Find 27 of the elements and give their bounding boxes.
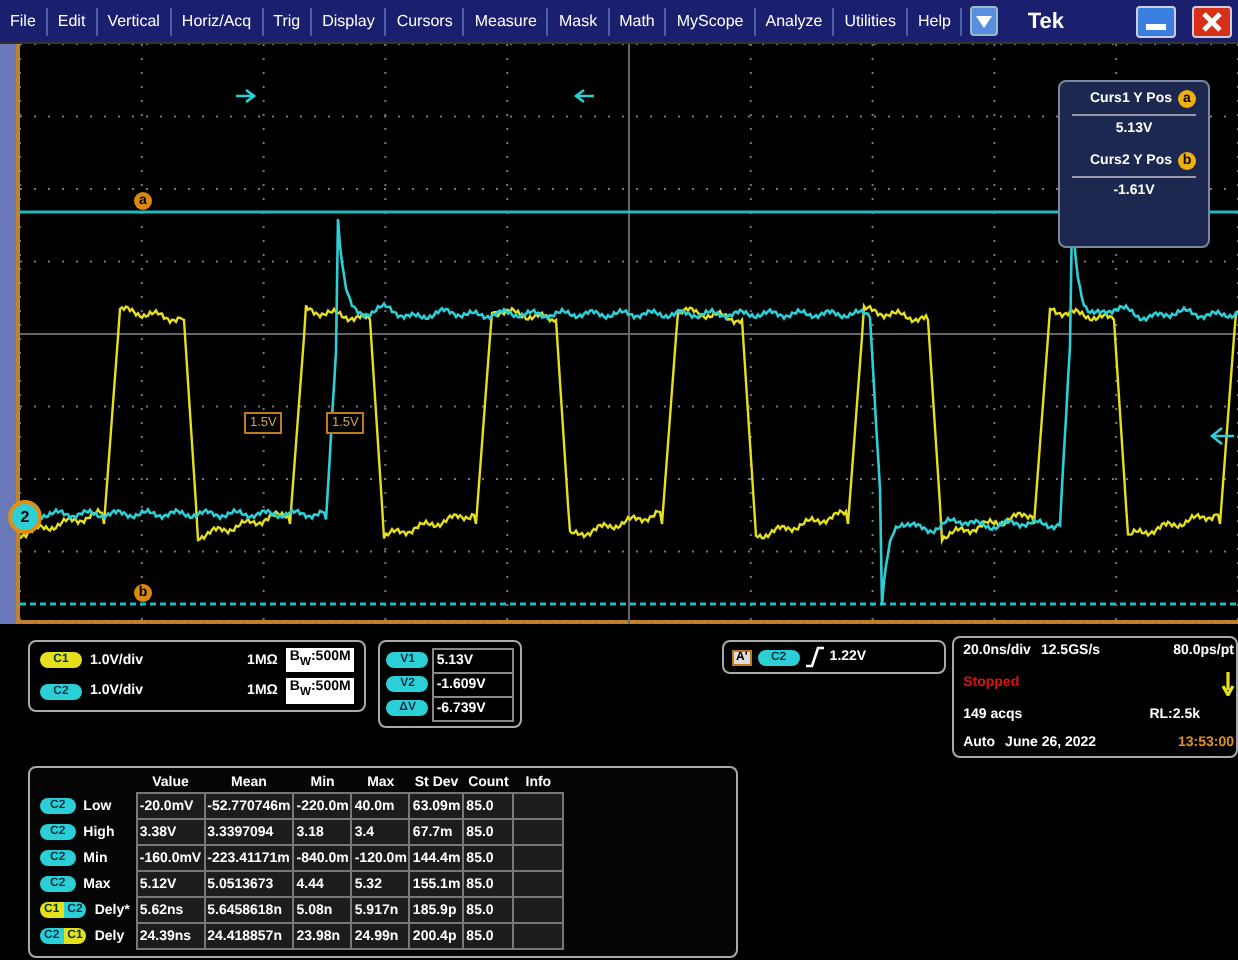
menu-item[interactable]: Measure [464,7,549,35]
minimize-button[interactable] [1136,5,1176,37]
menu-item[interactable]: Math [609,7,667,35]
menu-item[interactable]: Mask [548,7,610,35]
menu-item[interactable]: Horiz/Acq [171,7,264,35]
close-button[interactable] [1192,5,1232,37]
menu-item[interactable]: File [0,7,48,35]
menu-item[interactable]: Help [908,7,963,35]
menu-item[interactable]: MyScope [666,7,756,35]
arrow-down-icon [1222,671,1234,696]
dropdown-button[interactable] [970,6,999,36]
menu-item[interactable]: Utilities [834,7,908,35]
minimize-icon [1146,23,1166,29]
menu-item[interactable]: Vertical [97,7,172,35]
menu-item[interactable]: Display [312,7,387,35]
menu-item[interactable]: Cursors [386,7,465,35]
arrow-left-icon [1209,426,1236,446]
brand-logo: Tek [1027,9,1064,33]
menu-item[interactable]: Analyze [755,7,835,35]
caret-icon [976,15,993,27]
arrow-right-icon [234,88,257,104]
arrow-left-icon [573,88,596,104]
rising-edge-icon [805,646,824,668]
close-icon [1202,11,1222,31]
menu-item[interactable]: Edit [47,7,98,35]
cursor-line[interactable] [20,602,1238,606]
menu-item[interactable]: Trig [263,7,313,35]
